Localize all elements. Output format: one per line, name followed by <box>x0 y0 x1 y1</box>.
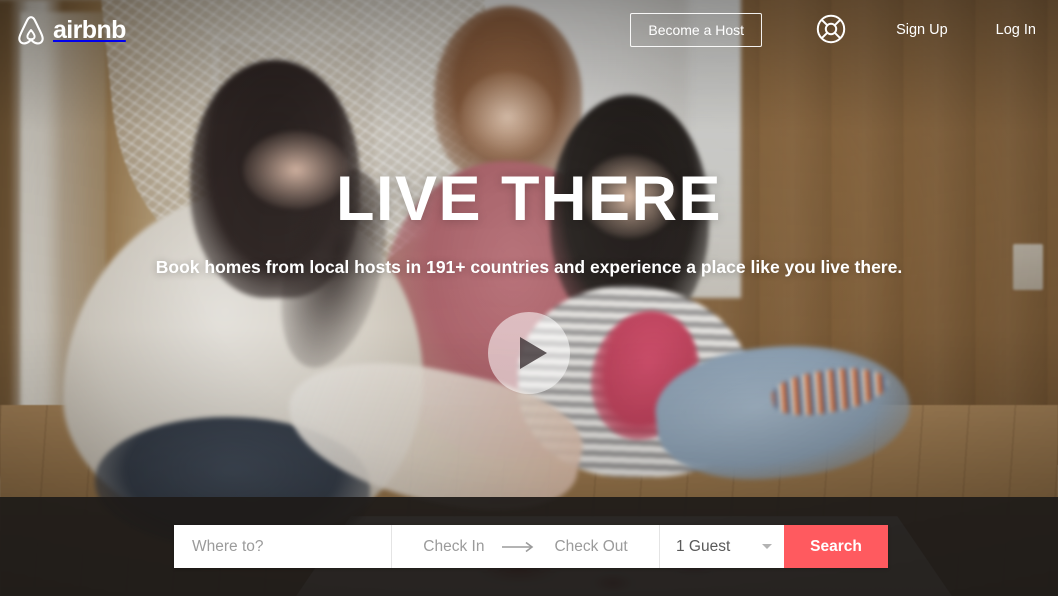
help-button[interactable] <box>816 14 846 47</box>
where-to-field[interactable] <box>174 525 392 568</box>
become-a-host-button[interactable]: Become a Host <box>630 13 763 47</box>
sign-up-link[interactable]: Sign Up <box>896 22 948 38</box>
play-triangle-icon <box>520 337 547 369</box>
hero-copy: LIVE THERE Book homes from local hosts i… <box>0 168 1058 278</box>
arrow-right-icon <box>502 541 536 553</box>
play-video-button[interactable] <box>488 312 570 394</box>
hero-subtitle: Book homes from local hosts in 191+ coun… <box>155 257 903 277</box>
header-nav: Become a Host Sign Up Log In <box>630 13 1036 47</box>
chevron-down-icon <box>762 544 772 549</box>
log-in-link[interactable]: Log In <box>996 22 1036 38</box>
site-header: airbnb Become a Host Sign Up Log In <box>0 0 1058 60</box>
airbnb-wordmark: airbnb <box>53 16 126 44</box>
hero-title: LIVE THERE <box>335 164 723 234</box>
search-button[interactable]: Search <box>784 525 888 568</box>
guests-select[interactable]: 1 Guest <box>660 525 784 568</box>
date-range-field[interactable]: Check In Check Out <box>392 525 660 568</box>
search-input[interactable] <box>192 537 391 556</box>
photo-woman-face <box>460 71 556 161</box>
airbnb-belo-icon <box>16 14 46 46</box>
guests-value: 1 Guest <box>676 537 731 555</box>
airbnb-homepage: airbnb Become a Host Sign Up Log In LIVE… <box>0 0 1058 596</box>
check-in-field[interactable]: Check In <box>423 538 484 556</box>
check-out-field[interactable]: Check Out <box>554 538 627 556</box>
search-bar: Check In Check Out 1 Guest Search <box>174 525 888 568</box>
airbnb-logo[interactable]: airbnb <box>16 14 126 46</box>
lifebuoy-help-icon <box>816 14 846 47</box>
